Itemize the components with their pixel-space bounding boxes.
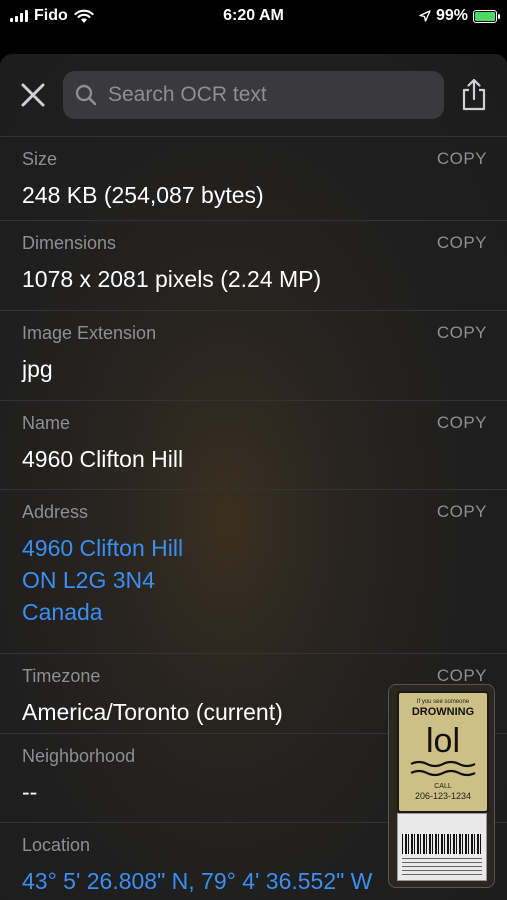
row-value: 4960 Clifton Hill [22, 446, 184, 472]
info-row-extension: Image Extension COPY jpg [0, 310, 507, 401]
close-icon[interactable] [18, 80, 48, 110]
search-icon [75, 84, 97, 106]
share-icon[interactable] [460, 78, 488, 112]
battery-icon [473, 9, 500, 23]
search-bar[interactable] [63, 71, 444, 119]
label-lines [402, 858, 482, 876]
image-thumbnail[interactable]: If you see someone DROWNING lol CALL 206… [388, 684, 495, 888]
address-line: 4960 Clifton Hill [22, 535, 184, 561]
copy-button[interactable]: COPY [437, 666, 487, 686]
row-label: Size [22, 149, 58, 169]
row-label: Image Extension [22, 323, 157, 343]
top-bar [0, 54, 507, 136]
copy-button[interactable]: COPY [437, 502, 487, 522]
info-row-name: Name COPY 4960 Clifton Hill [0, 400, 507, 490]
battery-fill [475, 11, 495, 21]
row-value: jpg [22, 356, 53, 382]
row-label: Dimensions [22, 233, 117, 253]
row-label: Address [22, 502, 89, 522]
row-label: Neighborhood [22, 746, 136, 766]
status-bar: Fido 6:20 AM 99% [0, 0, 507, 34]
info-row-size: Size COPY 248 KB (254,087 bytes) [0, 136, 507, 221]
row-value: -- [22, 779, 38, 805]
sign-text: If you see someone [416, 699, 470, 705]
address-line: Canada [22, 599, 103, 625]
barcode [402, 834, 482, 854]
sign-text: 206-123-1234 [414, 791, 472, 801]
sign-image: If you see someone DROWNING lol CALL 206… [397, 691, 489, 813]
location-link[interactable]: 43° 5' 26.808" N, 79° 4' 36.552" W [22, 865, 372, 897]
copy-button[interactable]: COPY [437, 149, 487, 169]
info-row-dimensions: Dimensions COPY 1078 x 2081 pixels (2.24… [0, 220, 507, 311]
address-line: ON L2G 3N4 [22, 567, 155, 593]
status-right: 99% [419, 7, 500, 25]
copy-button[interactable]: COPY [437, 233, 487, 253]
search-input[interactable] [106, 82, 420, 108]
sign-text: lol [425, 722, 461, 760]
shipping-label-image [397, 813, 487, 881]
info-row-address: Address COPY 4960 Clifton Hill ON L2G 3N… [0, 489, 507, 654]
copy-button[interactable]: COPY [437, 323, 487, 343]
waves-graphic [410, 760, 476, 777]
row-value: 248 KB (254,087 bytes) [22, 182, 264, 208]
location-arrow-icon [419, 10, 431, 22]
sign-text: DROWNING [411, 706, 475, 718]
row-label: Name [22, 413, 71, 433]
copy-button[interactable]: COPY [437, 413, 487, 433]
row-label: Timezone [22, 666, 101, 686]
row-value: 1078 x 2081 pixels (2.24 MP) [22, 266, 322, 292]
sign-text: CALL [434, 783, 452, 790]
row-label: Location [22, 835, 91, 855]
battery-percent: 99% [435, 7, 468, 24]
address-link[interactable]: 4960 Clifton Hill ON L2G 3N4 Canada [22, 532, 183, 628]
row-value: America/Toronto (current) [22, 699, 283, 725]
